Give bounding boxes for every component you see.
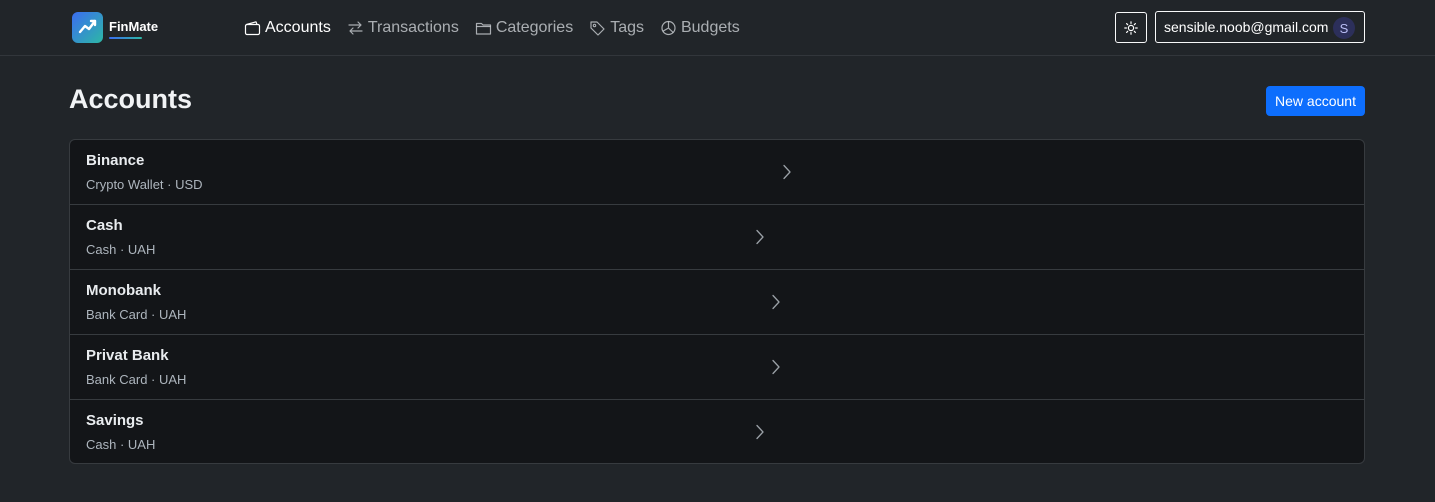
account-name: Privat Bank [86, 347, 169, 364]
wallet-icon [244, 21, 261, 36]
chevron-right-icon [772, 359, 780, 375]
list-item[interactable]: Privat Bank Bank Card · UAH [70, 335, 1364, 400]
nav-item-tags[interactable]: Tags [589, 16, 644, 40]
account-name: Binance [86, 152, 145, 169]
chevron-right-icon [783, 164, 791, 180]
user-menu-button[interactable]: sensible.noob@gmail.com S [1155, 11, 1365, 43]
list-item[interactable]: Monobank Bank Card · UAH [70, 270, 1364, 335]
list-item[interactable]: Binance Crypto Wallet · USD [70, 140, 1364, 205]
top-navbar: FinMate Accounts Transactions Categories [0, 0, 1435, 56]
accounts-list: Binance Crypto Wallet · USD Cash Cash · … [69, 139, 1365, 464]
nav-item-budgets[interactable]: Budgets [660, 16, 740, 40]
brand-link[interactable]: FinMate [72, 11, 158, 43]
account-name: Savings [86, 412, 144, 429]
nav-item-accounts[interactable]: Accounts [244, 16, 331, 40]
account-subtitle: Cash · UAH [86, 242, 156, 257]
folder-icon [475, 22, 491, 35]
chevron-right-icon [756, 424, 764, 440]
account-name: Monobank [86, 282, 161, 299]
nav-item-transactions[interactable]: Transactions [347, 16, 459, 40]
nav-item-label: Accounts [265, 19, 331, 36]
brand-name: FinMate [109, 19, 159, 34]
account-subtitle: Cash · UAH [86, 437, 156, 452]
arrows-exchange-icon [348, 21, 363, 35]
chevron-right-icon [772, 294, 780, 310]
nav-item-categories[interactable]: Categories [475, 16, 573, 40]
page-title: Accounts [69, 84, 193, 114]
sun-icon [1124, 20, 1138, 35]
nav-item-label: Tags [610, 19, 644, 36]
tag-icon [590, 21, 605, 36]
nav-item-label: Transactions [367, 19, 459, 36]
theme-toggle-button[interactable] [1115, 12, 1147, 43]
nav-item-label: Budgets [680, 19, 740, 36]
main-nav: Accounts Transactions Categories Tags Bu… [244, 16, 756, 40]
account-subtitle: Bank Card · UAH [86, 372, 187, 387]
avatar: S [1333, 17, 1355, 39]
account-subtitle: Crypto Wallet · USD [86, 177, 203, 192]
brand-underline [109, 37, 142, 39]
account-subtitle: Bank Card · UAH [86, 307, 187, 322]
account-name: Cash [86, 217, 123, 234]
user-email: sensible.noob@gmail.com [1164, 19, 1329, 35]
nav-item-label: Categories [495, 19, 574, 36]
chevron-right-icon [756, 229, 764, 245]
new-account-button[interactable]: New account [1266, 86, 1365, 116]
brand-logo-icon [72, 11, 103, 43]
list-item[interactable]: Savings Cash · UAH [70, 400, 1364, 463]
pie-chart-icon [661, 20, 676, 36]
list-item[interactable]: Cash Cash · UAH [70, 205, 1364, 270]
